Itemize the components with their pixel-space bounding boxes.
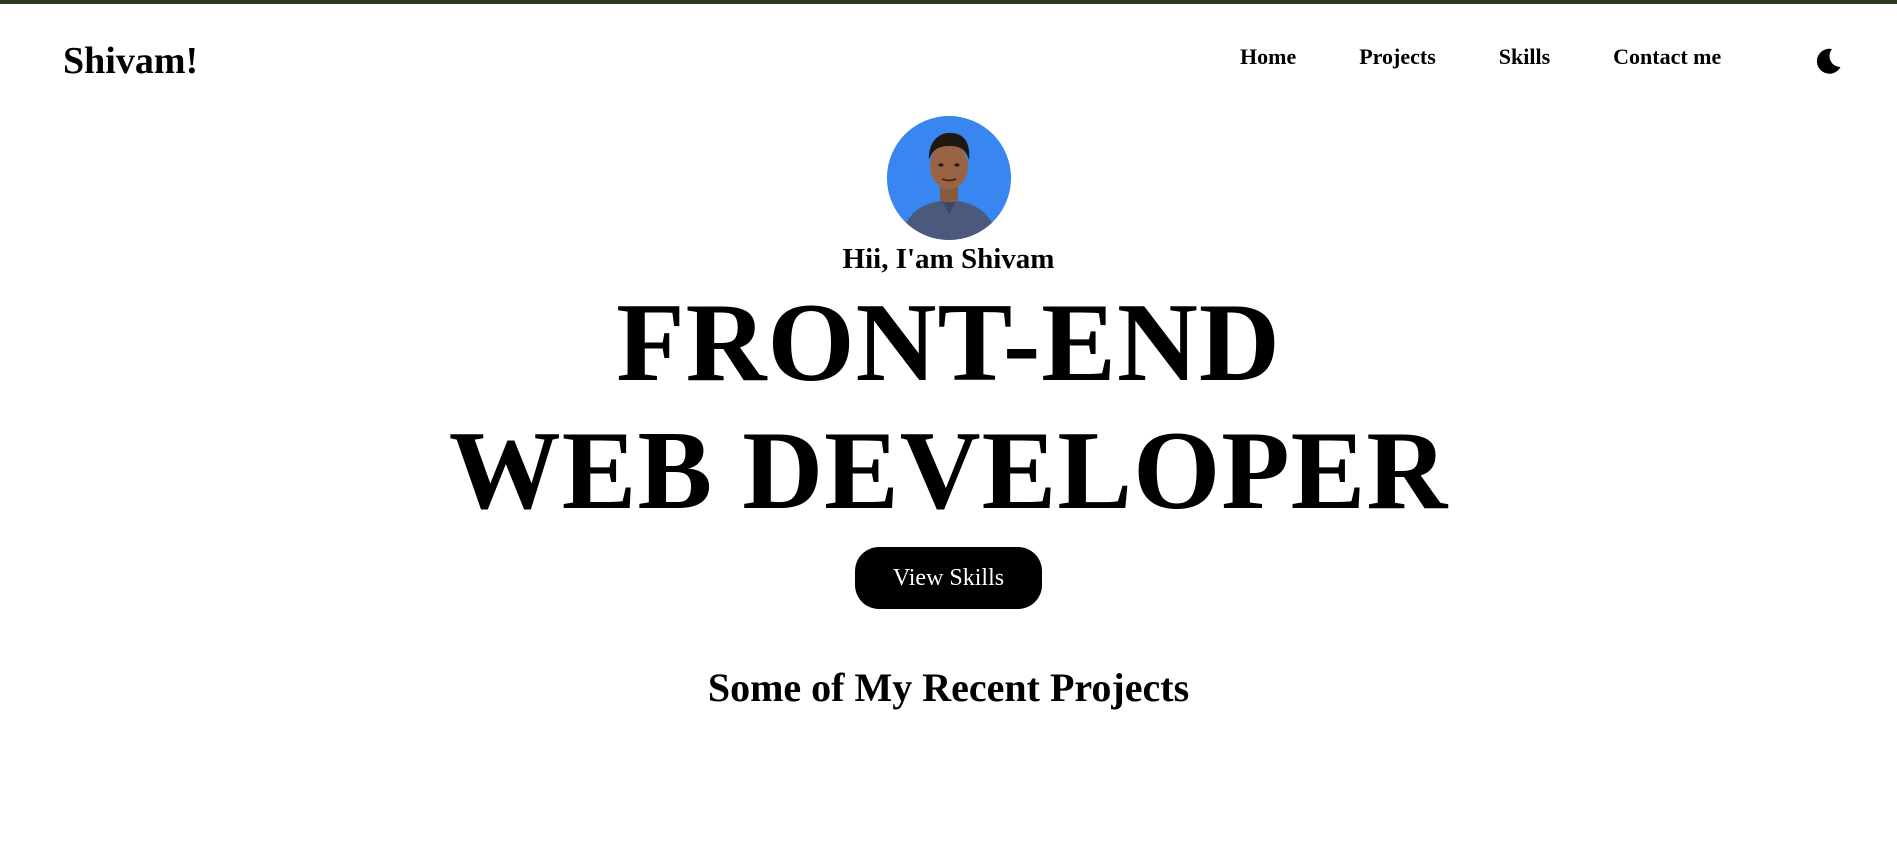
- profile-avatar: [886, 116, 1011, 240]
- moon-icon: [1816, 48, 1841, 74]
- hero-section: Hii, I'am Shivam FRONT-END WEB DEVELOPER…: [0, 116, 1897, 609]
- nav-skills-link[interactable]: Skills: [1499, 42, 1550, 72]
- profile-photo-icon: [886, 116, 1011, 240]
- site-logo[interactable]: Shivam!: [63, 38, 198, 84]
- view-skills-button[interactable]: View Skills: [855, 547, 1042, 609]
- navbar: Shivam! Home Projects Skills Contact me: [0, 4, 1897, 114]
- hero-headline-line1: FRONT-END: [616, 281, 1281, 405]
- theme-toggle-button[interactable]: [1812, 45, 1844, 77]
- hero-greeting: Hii, I'am Shivam: [842, 243, 1055, 275]
- nav-contact-link[interactable]: Contact me: [1613, 42, 1721, 72]
- nav-home-link[interactable]: Home: [1240, 42, 1296, 72]
- projects-section-title: Some of My Recent Projects: [707, 665, 1190, 710]
- nav-projects-link[interactable]: Projects: [1359, 42, 1436, 72]
- nav-links: Home Projects Skills Contact me: [1240, 42, 1721, 72]
- hero-headline-line2: WEB DEVELOPER: [448, 409, 1449, 533]
